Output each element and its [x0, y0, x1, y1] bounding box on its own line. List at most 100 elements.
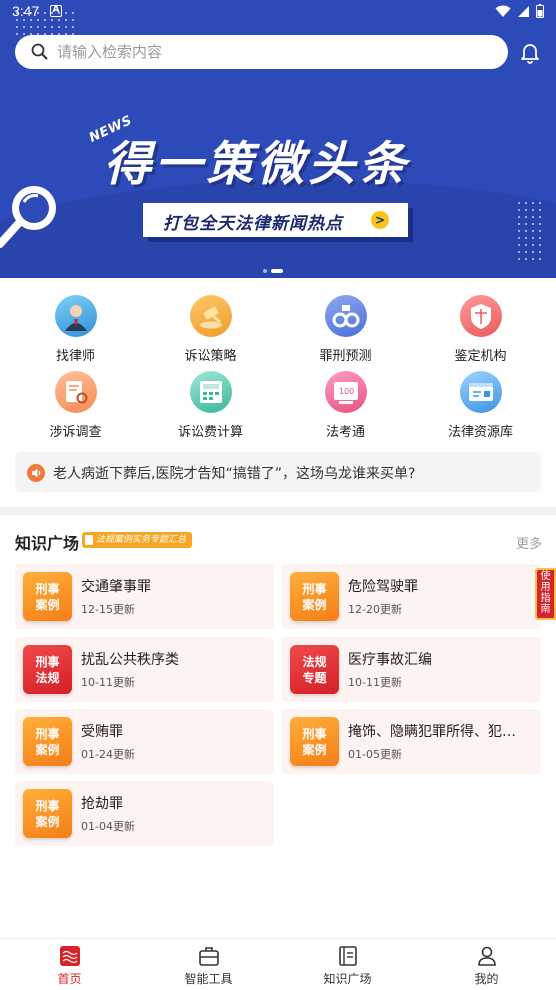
wifi-icon — [495, 5, 511, 17]
dot — [51, 26, 53, 28]
dot — [23, 19, 25, 21]
tool-label: 法律资源库 — [447, 425, 513, 440]
handcuffs-icon — [324, 295, 367, 337]
thumb-line: 刑事 — [302, 727, 327, 741]
card-date: 01-24更新 — [81, 748, 135, 761]
dot — [518, 223, 520, 225]
tool-label: 鉴定机构 — [454, 349, 507, 364]
thumb-line: 刑事 — [35, 582, 60, 596]
thumb-line: 刑事 — [35, 799, 60, 813]
knowledge-card[interactable]: 刑事 案例 受贿罪 01-24更新 — [15, 709, 274, 774]
thumb-line: 案例 — [35, 598, 60, 612]
dot — [65, 19, 67, 21]
dot — [539, 258, 541, 260]
notification-bell-icon[interactable] — [518, 40, 542, 64]
tool-law-exam[interactable]: 100 法考通 — [276, 371, 415, 440]
dot — [58, 26, 60, 28]
nav-label: 知识广场 — [323, 972, 372, 986]
search-input[interactable] — [57, 42, 477, 62]
scales-shield-icon — [459, 295, 502, 337]
arrow-right-icon: > — [371, 211, 389, 229]
user-guide-tab[interactable]: 使用指南 — [535, 568, 556, 620]
dot — [532, 230, 534, 232]
dot — [44, 12, 46, 14]
magnifier-illustration-icon — [0, 186, 56, 248]
card-date: 10-11更新 — [348, 676, 402, 689]
dot — [532, 216, 534, 218]
knowledge-card[interactable]: 法规 专题 医疗事故汇编 10-11更新 — [282, 637, 541, 702]
tool-fee-calculator[interactable]: 诉讼费计算 — [141, 371, 280, 440]
dot — [532, 209, 534, 211]
more-link[interactable]: 更多 — [516, 533, 542, 552]
banner-subline-box[interactable]: 打包全天法律新闻热点 > — [143, 203, 408, 237]
dot — [65, 26, 67, 28]
status-bar: 3:47 A — [0, 0, 556, 26]
document-search-icon — [54, 371, 97, 413]
card-title: 医疗事故汇编 — [348, 652, 432, 668]
card-thumbnail: 刑事 案例 — [23, 717, 72, 766]
card-date: 12-20更新 — [348, 603, 402, 616]
dot — [532, 223, 534, 225]
dot — [72, 12, 74, 14]
card-title: 扰乱公共秩序类 — [81, 652, 179, 668]
dot — [539, 216, 541, 218]
tool-law-resources[interactable]: 法律资源库 — [411, 371, 550, 440]
tool-litigation-investigation[interactable]: 涉诉调查 — [6, 371, 145, 440]
nav-label: 智能工具 — [184, 972, 233, 986]
card-title: 交通肇事罪 — [81, 579, 151, 595]
dot — [532, 237, 534, 239]
dot — [539, 223, 541, 225]
card-date: 12-15更新 — [81, 603, 135, 616]
notification-a-icon: A — [50, 5, 62, 17]
thumb-line: 案例 — [302, 598, 327, 612]
guide-label: 使用指南 — [540, 571, 551, 615]
dot — [539, 209, 541, 211]
dot — [539, 251, 541, 253]
dot — [518, 216, 520, 218]
card-date: 01-05更新 — [348, 748, 402, 761]
thumb-line: 专题 — [302, 671, 327, 685]
tool-sentence-prediction[interactable]: 罪刑预测 — [276, 295, 415, 364]
tool-label: 法考通 — [325, 425, 365, 440]
dot — [58, 12, 60, 14]
tool-label: 诉讼策略 — [184, 349, 237, 364]
knowledge-card[interactable]: 刑事 案例 掩饰、隐瞒犯罪所得、犯罪所... 01-05更新 — [282, 709, 541, 774]
thumb-line: 案例 — [35, 743, 60, 757]
search-bar[interactable] — [15, 35, 508, 69]
book-icon — [278, 945, 417, 967]
dot — [30, 19, 32, 21]
tool-label: 找律师 — [55, 349, 95, 364]
card-thumbnail: 刑事 案例 — [23, 789, 72, 838]
knowledge-card[interactable]: 刑事 法规 扰乱公共秩序类 10-11更新 — [15, 637, 274, 702]
nav-mine[interactable]: 我的 — [417, 945, 556, 987]
signal-icon — [518, 5, 529, 17]
dot — [532, 202, 534, 204]
dot — [16, 12, 18, 14]
thumb-line: 刑事 — [302, 582, 327, 596]
card-thumbnail: 法规 专题 — [290, 645, 339, 694]
card-date: 10-11更新 — [81, 676, 135, 689]
news-ticker[interactable]: 老人病逝下葬后,医院才告知“搞错了”，这场乌龙谁来买单? — [15, 452, 541, 492]
home-icon — [0, 945, 139, 967]
dot — [51, 19, 53, 21]
dot — [23, 12, 25, 14]
card-thumbnail: 刑事 案例 — [290, 572, 339, 621]
thumb-line: 刑事 — [35, 655, 60, 669]
nav-home[interactable]: 首页 — [0, 945, 139, 987]
tool-litigation-strategy[interactable]: 诉讼策略 — [141, 295, 280, 364]
tool-appraisal-agency[interactable]: 鉴定机构 — [411, 295, 550, 364]
dot — [525, 258, 527, 260]
knowledge-card[interactable]: 刑事 案例 抢劫罪 01-04更新 — [15, 781, 274, 846]
card-thumbnail: 刑事 案例 — [23, 572, 72, 621]
tool-find-lawyer[interactable]: 找律师 — [6, 295, 145, 364]
dot — [539, 230, 541, 232]
banner[interactable]: 3:47 A NEWS 得一策微头条 打包全天法律新闻热点 > — [0, 0, 556, 278]
nav-knowledge[interactable]: 知识广场 — [278, 945, 417, 987]
dot — [518, 230, 520, 232]
nav-smart-tools[interactable]: 智能工具 — [139, 945, 278, 987]
dot — [525, 237, 527, 239]
knowledge-card[interactable]: 刑事案例 交通肇事罪 12-15更新 — [15, 564, 274, 629]
knowledge-card[interactable]: 刑事 案例 危险驾驶罪 12-20更新 — [282, 564, 541, 629]
status-time: 3:47 — [12, 3, 40, 19]
thumb-line: 案例 — [302, 743, 327, 757]
